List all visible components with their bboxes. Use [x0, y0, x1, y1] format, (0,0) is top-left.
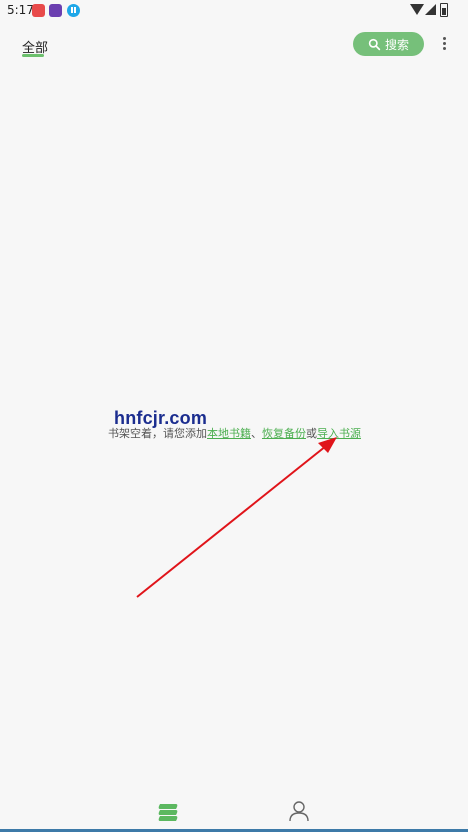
search-button[interactable]: 搜索 — [353, 32, 424, 56]
more-options-icon[interactable] — [438, 35, 450, 53]
bottom-navigation — [0, 788, 468, 832]
search-icon — [368, 38, 381, 50]
import-source-link[interactable]: 导入书源 — [317, 427, 361, 440]
tab-active-indicator — [22, 54, 44, 57]
status-time: 5:17 — [7, 3, 34, 17]
battery-icon — [440, 3, 448, 17]
empty-message-prefix: 书架空着，请您添加 — [108, 427, 207, 440]
status-bar: 5:17 — [0, 0, 468, 22]
restore-backup-link[interactable]: 恢复备份 — [262, 427, 306, 440]
search-label: 搜索 — [384, 37, 409, 52]
signal-icon — [425, 4, 436, 15]
wifi-icon — [410, 4, 424, 15]
profile-icon[interactable] — [288, 800, 310, 822]
bookshelf-icon[interactable] — [156, 802, 180, 822]
notification-app-icon — [49, 4, 62, 17]
annotation-arrow — [136, 437, 337, 598]
separator: 、 — [251, 427, 262, 440]
download-notification-icon — [67, 4, 80, 17]
empty-bookshelf-message: 书架空着，请您添加本地书籍、恢复备份或导入书源 — [108, 425, 361, 441]
separator-or: 或 — [306, 427, 317, 440]
local-books-link[interactable]: 本地书籍 — [207, 427, 251, 440]
notification-app-icon — [32, 4, 45, 17]
